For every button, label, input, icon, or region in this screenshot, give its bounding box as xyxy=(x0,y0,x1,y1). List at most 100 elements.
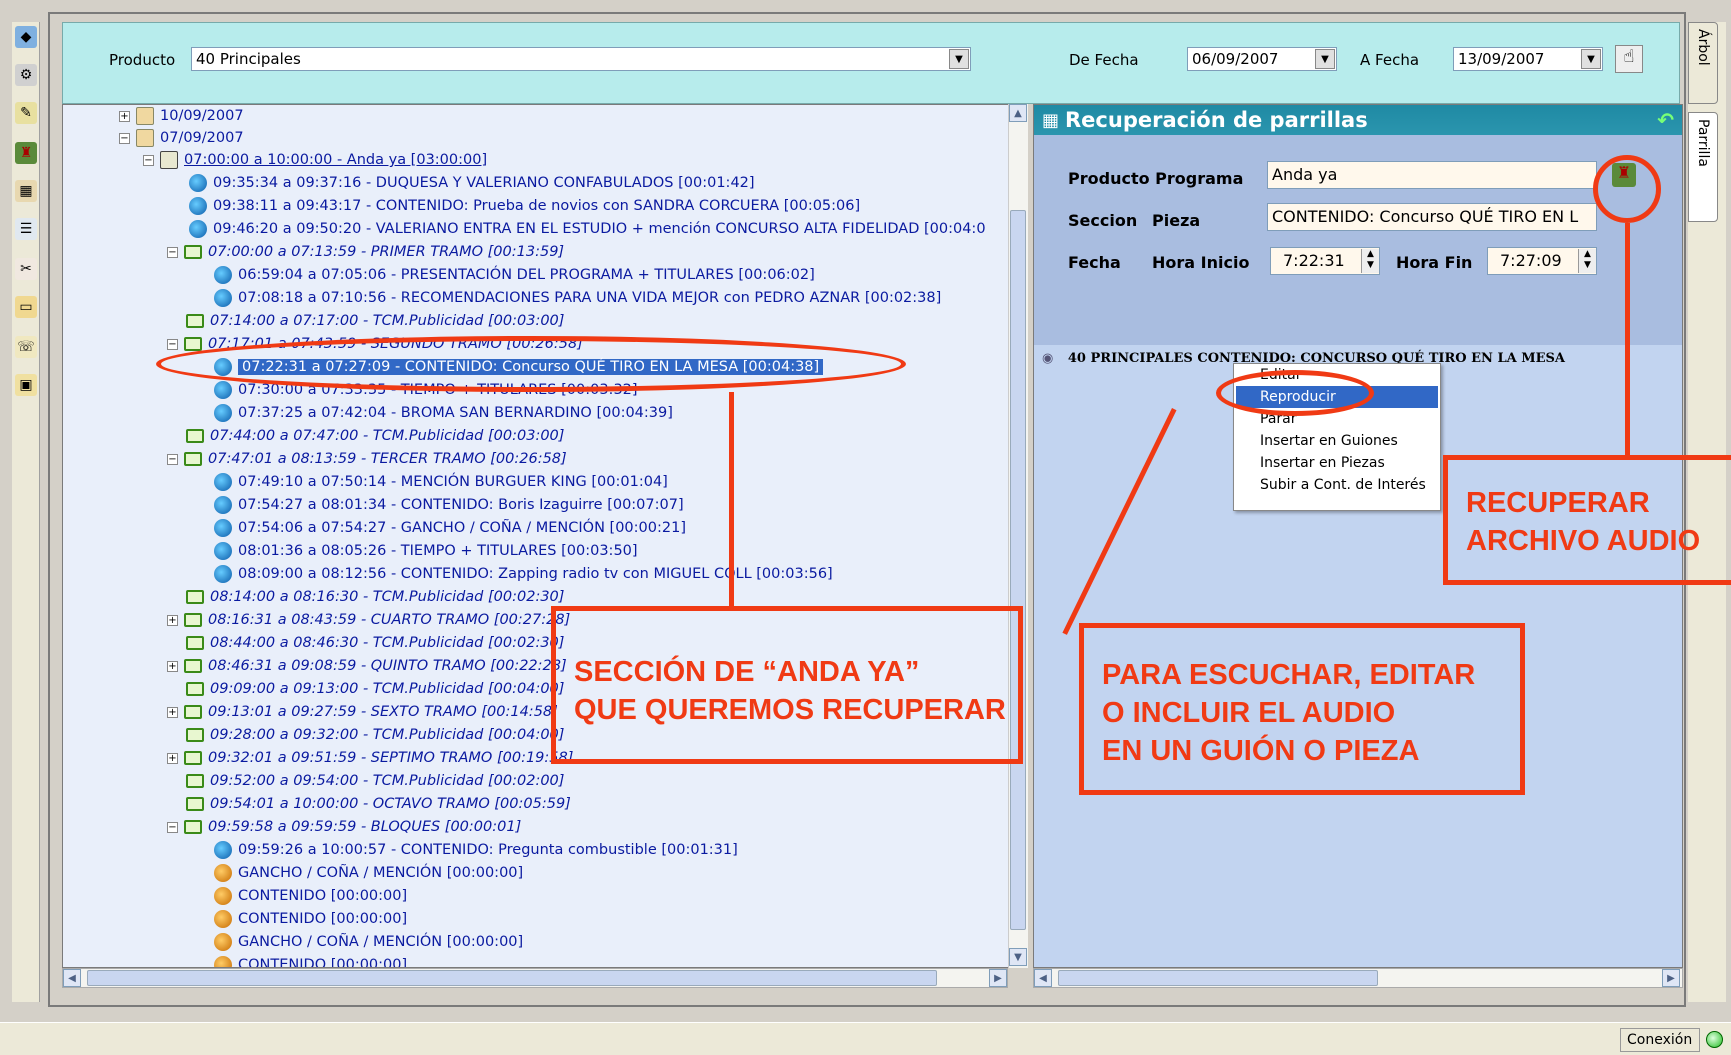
a-fecha-select[interactable]: 13/09/2007 ▼ xyxy=(1453,47,1603,71)
tree-node-clip[interactable]: 09:38:11 a 09:43:17 - CONTENIDO: Prueba … xyxy=(189,195,860,217)
spinner-icon[interactable]: ▲ ▼ xyxy=(1361,249,1379,273)
tree-node-clip[interactable]: 08:09:00 a 08:12:56 - CONTENIDO: Zapping… xyxy=(214,563,833,585)
annotation-seccion-line2: QUE QUEREMOS RECUPERAR xyxy=(574,694,1006,726)
tree-vertical-scrollbar[interactable]: ▲ ▼ xyxy=(1008,104,1028,968)
scroll-left-icon[interactable]: ◀ xyxy=(1034,969,1052,987)
menu-item-subir-interes[interactable]: Subir a Cont. de Interés xyxy=(1236,474,1438,496)
tree-node-segment[interactable]: +09:32:01 a 09:51:59 - SEPTIMO TRAMO [00… xyxy=(167,747,573,769)
hora-inicio-field[interactable]: 7:22:31 ▲ ▼ xyxy=(1270,247,1380,275)
tree-node-clip[interactable]: GANCHO / COÑA / MENCIÓN [00:00:00] xyxy=(214,862,523,884)
de-fecha-value: 06/09/2007 xyxy=(1192,50,1279,68)
annotation-recuperar-line1: RECUPERAR xyxy=(1466,487,1650,519)
tree-node-segment[interactable]: 08:44:00 a 08:46:30 - TCM.Publicidad [00… xyxy=(186,632,564,654)
a-fecha-value: 13/09/2007 xyxy=(1458,50,1545,68)
phone-icon[interactable]: ☏ xyxy=(15,336,37,358)
settings-icon[interactable]: ⚙ xyxy=(15,64,37,86)
tree-node-segment[interactable]: +08:16:31 a 08:43:59 - CUARTO TRAMO [00:… xyxy=(167,609,570,631)
recover-icon[interactable]: ♜ xyxy=(15,142,37,164)
tree-node-date[interactable]: −07/09/2007 xyxy=(119,127,244,149)
tree-node-clip[interactable]: 07:49:10 a 07:50:14 - MENCIÓN BURGUER KI… xyxy=(214,471,668,493)
tree-node-segment[interactable]: 09:09:00 a 09:13:00 - TCM.Publicidad [00… xyxy=(186,678,564,700)
annotation-recuperar-line2: ARCHIVO AUDIO xyxy=(1466,525,1701,557)
tree-node-segment[interactable]: 09:54:01 a 10:00:00 - OCTAVO TRAMO [00:0… xyxy=(186,793,571,815)
tree-node-clip[interactable]: 07:08:18 a 07:10:56 - RECOMENDACIONES PA… xyxy=(214,287,941,309)
producto-select[interactable]: 40 Principales ▼ xyxy=(191,47,971,71)
de-fecha-select[interactable]: 06/09/2007 ▼ xyxy=(1187,47,1337,71)
tree-node-segment[interactable]: −07:00:00 a 07:13:59 - PRIMER TRAMO [00:… xyxy=(167,241,564,263)
nav-icon[interactable]: ◆ xyxy=(15,26,37,48)
hora-fin-field[interactable]: 7:27:09 ▲ ▼ xyxy=(1487,247,1597,275)
tree-node-segment[interactable]: +08:46:31 a 09:08:59 - QUINTO TRAMO [00:… xyxy=(167,655,567,677)
hora-inicio-value: 7:22:31 xyxy=(1283,251,1345,270)
de-fecha-label: De Fecha xyxy=(1069,51,1139,69)
tree-node-segment[interactable]: 07:14:00 a 07:17:00 - TCM.Publicidad [00… xyxy=(186,310,564,332)
annotation-seccion-line1: SECCIÓN DE “ANDA YA” xyxy=(574,656,920,688)
tree-node-segment[interactable]: 09:52:00 a 09:54:00 - TCM.Publicidad [00… xyxy=(186,770,564,792)
hora-fin-value: 7:27:09 xyxy=(1500,251,1562,270)
pieza-label: Pieza xyxy=(1152,211,1201,230)
menu-item-insertar-piezas[interactable]: Insertar en Piezas xyxy=(1236,452,1438,474)
scroll-down-icon[interactable]: ▼ xyxy=(1009,948,1027,966)
calendar-icon[interactable]: ▦ xyxy=(15,180,37,202)
annotation-line xyxy=(1625,223,1630,455)
scroll-thumb[interactable] xyxy=(87,970,937,986)
tree-node-program[interactable]: −07:00:00 a 10:00:00 - Anda ya [03:00:00… xyxy=(143,149,487,171)
archive-icon[interactable]: ▣ xyxy=(15,374,37,396)
panel-title: Recuperación de parrillas xyxy=(1065,108,1368,132)
tree-node-clip[interactable]: 06:59:04 a 07:05:06 - PRESENTACIÓN DEL P… xyxy=(214,264,815,286)
tree-node-date[interactable]: +10/09/2007 xyxy=(119,105,244,127)
chevron-down-icon[interactable]: ▼ xyxy=(949,49,969,69)
edit-icon[interactable]: ✎ xyxy=(15,102,37,124)
tools-icon[interactable]: ✂ xyxy=(15,258,37,280)
scroll-up-icon[interactable]: ▲ xyxy=(1009,104,1027,122)
tree-node-clip[interactable]: 08:01:36 a 08:05:26 - TIEMPO + TITULARES… xyxy=(214,540,638,562)
scroll-right-icon[interactable]: ▶ xyxy=(1662,969,1680,987)
seccion-field[interactable]: CONTENIDO: Concurso QUÉ TIRO EN L xyxy=(1267,203,1597,231)
right-horizontal-scrollbar[interactable]: ◀ ▶ xyxy=(1033,968,1683,988)
tree-node-segment[interactable]: 08:14:00 a 08:16:30 - TCM.Publicidad [00… xyxy=(186,586,564,608)
tree-node-segment[interactable]: +09:13:01 a 09:27:59 - SEXTO TRAMO [00:1… xyxy=(167,701,558,723)
recovery-form: Producto Programa Anda ya ♜ Seccion Piez… xyxy=(1034,135,1682,345)
tree-node-clip[interactable]: 09:46:20 a 09:50:20 - VALERIANO ENTRA EN… xyxy=(189,218,986,240)
menu-item-insertar-guiones[interactable]: Insertar en Guiones xyxy=(1236,430,1438,452)
tree-node-segment[interactable]: 07:44:00 a 07:47:00 - TCM.Publicidad [00… xyxy=(186,425,564,447)
chevron-down-icon[interactable]: ▼ xyxy=(1581,49,1601,69)
annotation-selection-ellipse xyxy=(156,336,906,392)
annotation-escuchar-line1: PARA ESCUCHAR, EDITAR xyxy=(1102,659,1476,691)
tree-node-segment[interactable]: 09:28:00 a 09:32:00 - TCM.Publicidad [00… xyxy=(186,724,564,746)
tree-node-clip[interactable]: 09:35:34 a 09:37:16 - DUQUESA Y VALERIAN… xyxy=(189,172,755,194)
tree-node-clip[interactable]: 07:37:25 a 07:42:04 - BROMA SAN BERNARDI… xyxy=(214,402,673,424)
tab-parrilla[interactable]: Parrilla xyxy=(1688,112,1718,222)
tree-node-clip[interactable]: CONTENIDO [00:00:00] xyxy=(214,885,407,907)
hora-fin-label: Hora Fin xyxy=(1396,253,1473,272)
panel-header: ▦ Recuperación de parrillas ↶ xyxy=(1034,105,1682,135)
tree-node-clip[interactable]: CONTENIDO [00:00:00] xyxy=(214,908,407,930)
tab-arbol[interactable]: Árbol xyxy=(1688,22,1718,104)
left-toolbar: ◆ ⚙ ✎ ♜ ▦ ☰ ✂ ▭ ☏ ▣ xyxy=(12,22,40,1002)
scroll-right-icon[interactable]: ▶ xyxy=(989,969,1007,987)
audio-icon: ◉ xyxy=(1042,351,1054,366)
chevron-down-icon[interactable]: ▼ xyxy=(1315,49,1335,69)
scroll-left-icon[interactable]: ◀ xyxy=(63,969,81,987)
folder-icon[interactable]: ▭ xyxy=(15,296,37,318)
annotation-reproducir-ellipse xyxy=(1216,370,1374,416)
spinner-icon[interactable]: ▲ ▼ xyxy=(1578,249,1596,273)
tree-node-clip[interactable]: GANCHO / COÑA / MENCIÓN [00:00:00] xyxy=(214,931,523,953)
calendar-icon: ▦ xyxy=(1042,109,1060,131)
tree-node-segment[interactable]: −09:59:58 a 09:59:59 - BLOQUES [00:00:01… xyxy=(167,816,521,838)
scroll-thumb[interactable] xyxy=(1010,210,1026,930)
tree-node-clip[interactable]: 09:59:26 a 10:00:57 - CONTENIDO: Pregunt… xyxy=(214,839,738,861)
tree-horizontal-scrollbar[interactable]: ◀ ▶ xyxy=(62,968,1008,988)
back-arrow-icon[interactable]: ↶ xyxy=(1657,108,1674,132)
producto-programa-label: Producto Programa xyxy=(1068,169,1244,188)
tree-panel: +10/09/2007 −07/09/2007 −07:00:00 a 10:0… xyxy=(62,104,1028,968)
tree-node-segment[interactable]: −07:47:01 a 08:13:59 - TERCER TRAMO [00:… xyxy=(167,448,567,470)
search-hand-icon[interactable]: ☝ xyxy=(1615,45,1643,73)
tree-node-clip[interactable]: 07:54:06 a 07:54:27 - GANCHO / COÑA / ME… xyxy=(214,517,686,539)
filter-bar: Producto 40 Principales ▼ De Fecha 06/09… xyxy=(62,22,1680,104)
document-icon[interactable]: ☰ xyxy=(15,218,37,240)
producto-programa-field[interactable]: Anda ya xyxy=(1267,161,1597,189)
scroll-thumb[interactable] xyxy=(1058,970,1378,986)
tree-node-clip[interactable]: 07:54:27 a 08:01:34 - CONTENIDO: Boris I… xyxy=(214,494,684,516)
tree-node-clip[interactable]: CONTENIDO [00:00:00] xyxy=(214,954,407,967)
